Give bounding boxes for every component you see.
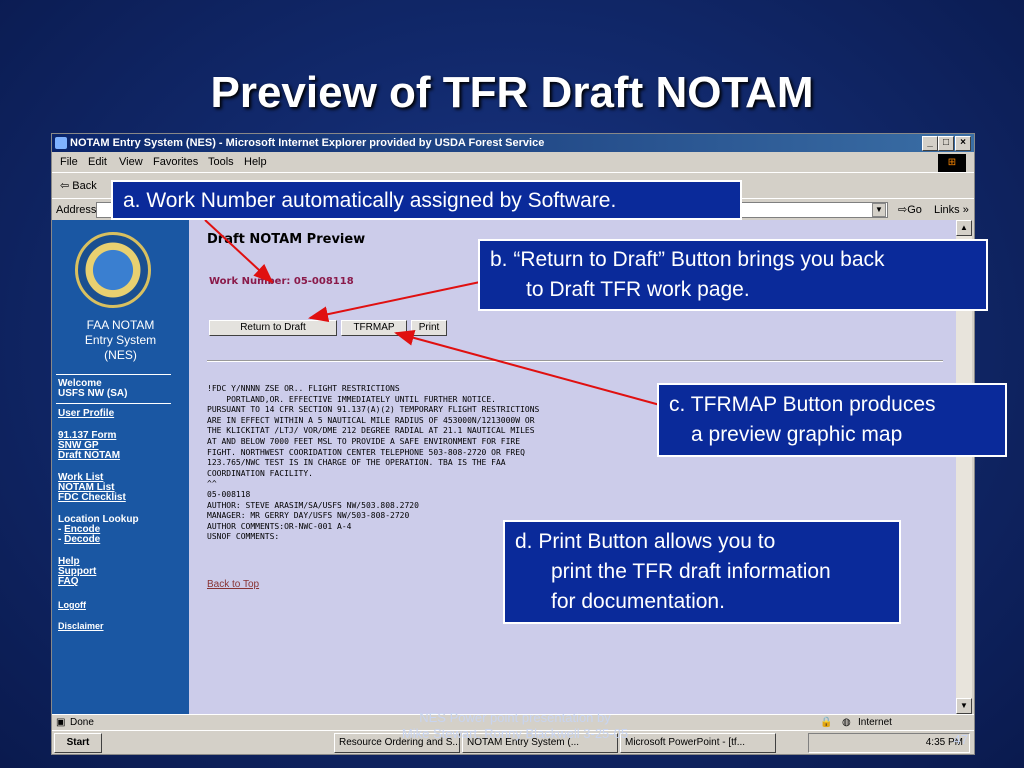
sidebar-item-faq[interactable]: FAQ (58, 577, 79, 587)
maximize-button[interactable]: □ (938, 136, 954, 151)
slide-footer: NES Power point presentation by Mike Ste… (370, 710, 660, 742)
decode-link[interactable]: Decode (64, 534, 100, 545)
window-titlebar[interactable]: NOTAM Entry System (NES) - Microsoft Int… (52, 134, 974, 152)
callout-d: d. Print Button allows you to print the … (503, 520, 901, 624)
callout-d-line3: for documentation. (551, 590, 725, 613)
callout-d-line2: print the TFR draft information (551, 560, 831, 583)
system-tray: 4:35 PM (808, 733, 970, 753)
ie-icon (55, 137, 67, 149)
callout-c: c. TFRMAP Button produces a preview grap… (657, 383, 1007, 457)
address-dropdown-icon[interactable]: ▼ (872, 203, 886, 217)
menu-help[interactable]: Help (244, 152, 267, 172)
sidebar-item-decode[interactable]: - Decode (58, 535, 100, 545)
slide-title: Preview of TFR Draft NOTAM (210, 68, 814, 117)
page-icon: ▣ (56, 717, 66, 728)
close-button[interactable]: × (955, 136, 971, 151)
nes-sidebar: FAA NOTAM Entry System (NES) Welcome USF… (52, 220, 189, 714)
page-heading: Draft NOTAM Preview (207, 232, 366, 247)
lock-icon: 🔒 (820, 717, 833, 728)
callout-b-line2: to Draft TFR work page. (526, 278, 750, 301)
callout-b: b. “Return to Draft” Button brings you b… (478, 239, 988, 311)
links-button[interactable]: Links » (934, 199, 969, 221)
zone-text: Internet (858, 717, 892, 728)
go-button[interactable]: ⇨Go (898, 199, 922, 221)
minimize-button[interactable]: _ (922, 136, 938, 151)
status-text: Done (70, 717, 94, 728)
callout-c-line2: a preview graphic map (691, 423, 903, 446)
faa-seal-logo (75, 232, 151, 308)
callout-c-line1: c. TFRMAP Button produces (669, 393, 936, 416)
org-name-line1: FAA NOTAM (86, 318, 155, 332)
address-label: Address (56, 204, 97, 216)
links-label: Links (934, 204, 960, 216)
start-button[interactable]: Start (54, 733, 102, 753)
sidebar-item-logoff[interactable]: Logoff (58, 600, 86, 610)
callout-b-line1: b. “Return to Draft” Button brings you b… (490, 248, 885, 271)
work-number: Work Number: 05-008118 (209, 276, 354, 287)
footer-line2: Mike Stewart, Ronny Blackwell 3-25-05 (401, 726, 629, 741)
back-button[interactable]: ⇦ Back (60, 173, 97, 199)
callout-d-line1: d. Print Button allows you to (515, 530, 776, 553)
content-divider (207, 360, 943, 362)
menu-tools[interactable]: Tools (208, 152, 234, 172)
user-label: USFS NW (SA) (58, 388, 128, 399)
slide-number: 47 (953, 732, 968, 747)
back-to-top-link[interactable]: Back to Top (207, 579, 259, 590)
org-name-line2: Entry System (84, 333, 157, 347)
scroll-up-icon[interactable]: ▲ (956, 220, 972, 236)
menu-view[interactable]: View (119, 152, 143, 172)
footer-line1: NES Power point presentation by (419, 710, 611, 725)
org-name-line3: (NES) (104, 348, 137, 362)
sidebar-divider (56, 374, 171, 375)
windows-logo-icon: ⊞ (938, 154, 966, 172)
internet-zone-icon: ◍ (842, 717, 851, 728)
menu-bar: File Edit View Favorites Tools Help (52, 152, 974, 172)
nes-system-name: FAA NOTAM Entry System (NES) (52, 318, 189, 363)
sidebar-item-disclaimer[interactable]: Disclaimer (58, 621, 104, 631)
menu-favorites[interactable]: Favorites (153, 152, 198, 172)
return-to-draft-button[interactable]: Return to Draft (209, 320, 337, 336)
go-label: Go (907, 204, 922, 216)
notam-text: !FDC Y/NNNN ZSE OR.. FLIGHT RESTRICTIONS… (207, 384, 540, 542)
scroll-down-icon[interactable]: ▼ (956, 698, 972, 714)
sidebar-item-fdc-checklist[interactable]: FDC Checklist (58, 493, 126, 503)
sidebar-item-user-profile[interactable]: User Profile (58, 409, 114, 419)
print-button[interactable]: Print (411, 320, 447, 336)
tfrmap-button[interactable]: TFRMAP (341, 320, 407, 336)
sidebar-item-draft-notam[interactable]: Draft NOTAM (58, 451, 120, 461)
menu-edit[interactable]: Edit (88, 152, 107, 172)
menu-file[interactable]: File (60, 152, 78, 172)
sidebar-divider (56, 403, 171, 404)
back-label: Back (72, 180, 97, 192)
callout-a: a. Work Number automatically assigned by… (111, 180, 742, 220)
start-label: Start (66, 737, 90, 748)
window-title: NOTAM Entry System (NES) - Microsoft Int… (70, 137, 545, 149)
